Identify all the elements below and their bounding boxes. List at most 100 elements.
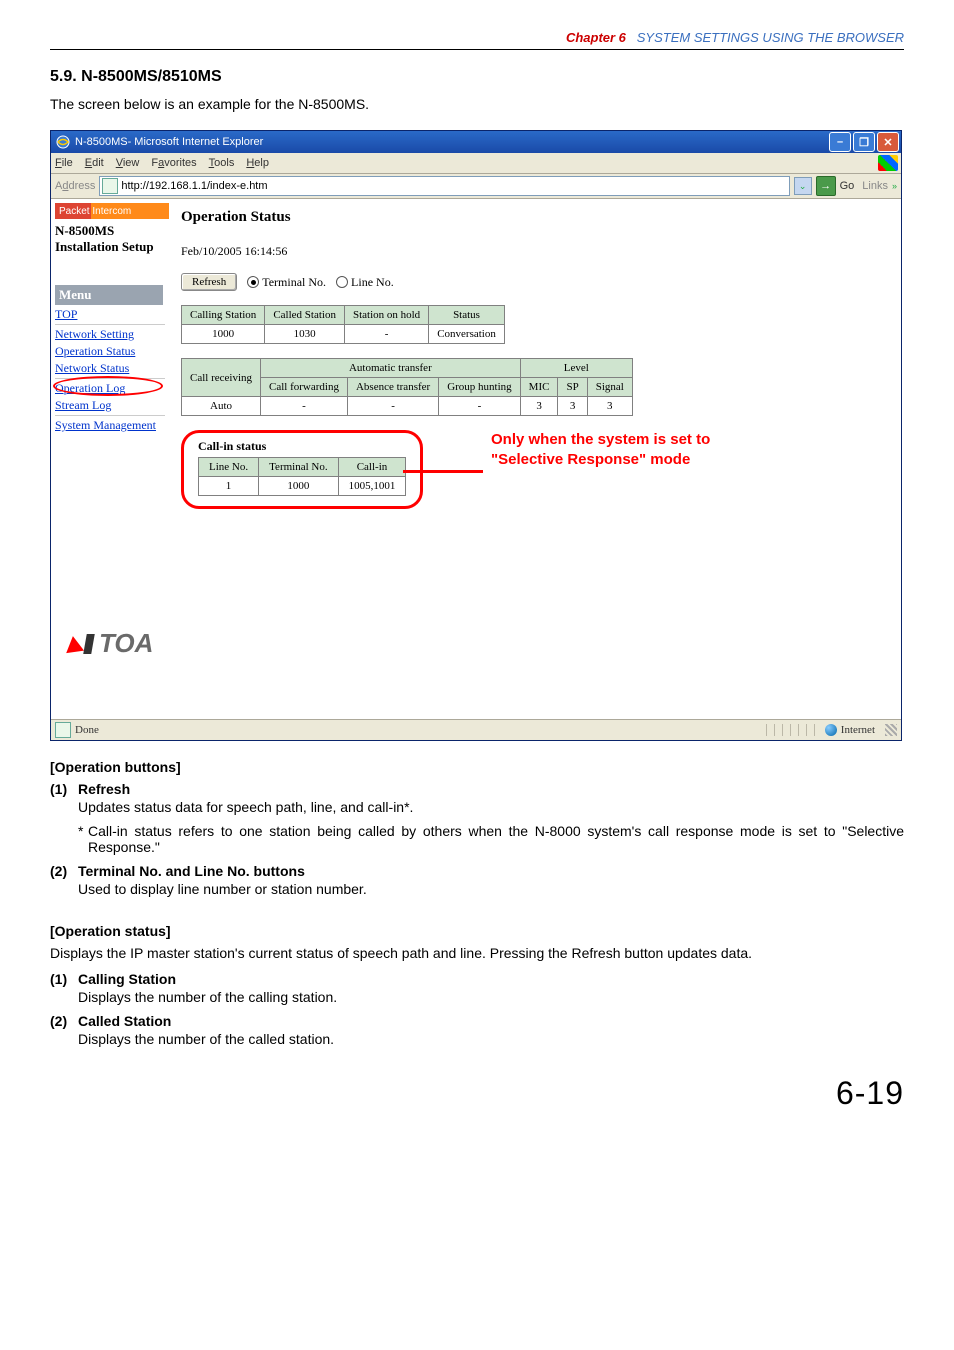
radio-terminal-no[interactable]: Terminal No. bbox=[247, 275, 326, 290]
table-row: 1000 1030 - Conversation bbox=[182, 325, 505, 344]
refresh-button[interactable]: Refresh bbox=[181, 273, 237, 291]
maximize-button[interactable]: ❐ bbox=[853, 132, 875, 152]
close-button[interactable]: ✕ bbox=[877, 132, 899, 152]
sidebar-item-stream-log[interactable]: Stream Log bbox=[55, 398, 171, 413]
titlebar: N-8500MS- Microsoft Internet Explorer – … bbox=[51, 131, 901, 153]
packet-logo: Packet Intercom bbox=[55, 203, 169, 219]
address-url: http://192.168.1.1/index-e.htm bbox=[121, 180, 267, 192]
sidebar-item-network-setting[interactable]: Network Setting bbox=[55, 327, 171, 342]
item-desc: Displays the number of the called statio… bbox=[78, 1031, 904, 1047]
radio-line-no[interactable]: Line No. bbox=[336, 275, 394, 290]
sidebar-item-operation-log[interactable]: Operation Log bbox=[55, 381, 171, 396]
col-mic: MIC bbox=[520, 378, 558, 397]
col-call-in: Call-in bbox=[338, 458, 406, 477]
callin-title: Call-in status bbox=[198, 439, 406, 454]
list-item: (2) Called Station bbox=[50, 1013, 904, 1029]
col-call-receiving: Call receiving bbox=[182, 359, 261, 397]
col-line-no: Line No. bbox=[199, 458, 259, 477]
status-zone: Internet bbox=[825, 724, 875, 736]
done-icon bbox=[55, 722, 71, 738]
item-desc: Used to display line number or station n… bbox=[78, 881, 904, 897]
col-call-forwarding: Call forwarding bbox=[261, 378, 348, 397]
resize-grip-icon bbox=[885, 724, 897, 736]
radio-icon bbox=[247, 276, 259, 288]
chapter-header: Chapter 6 SYSTEM SETTINGS USING THE BROW… bbox=[50, 30, 904, 45]
annotation-text: Only when the system is set to "Selectiv… bbox=[491, 430, 811, 471]
col-level: Level bbox=[520, 359, 632, 378]
list-item: (1) Refresh bbox=[50, 781, 904, 797]
col-group-hunting: Group hunting bbox=[439, 378, 520, 397]
menu-tools[interactable]: Tools bbox=[209, 157, 235, 169]
callin-status-box: Call-in status Line No. Terminal No. Cal… bbox=[181, 430, 423, 509]
ie-icon bbox=[56, 135, 70, 149]
sidebar-install: Installation Setup bbox=[55, 239, 171, 255]
browser-window: N-8500MS- Microsoft Internet Explorer – … bbox=[50, 130, 902, 741]
operation-buttons-header: [Operation buttons] bbox=[50, 759, 904, 775]
divider bbox=[55, 324, 165, 325]
toa-logo-bar-icon bbox=[83, 634, 95, 654]
toa-logo: TOA bbox=[65, 628, 153, 659]
page-number: 6-19 bbox=[50, 1075, 904, 1112]
links-label[interactable]: Links bbox=[862, 180, 888, 192]
col-station-on-hold: Station on hold bbox=[344, 306, 428, 325]
globe-icon bbox=[825, 724, 837, 736]
go-label: Go bbox=[840, 180, 855, 192]
menubar: File Edit View Favorites Tools Help bbox=[51, 153, 901, 174]
go-button[interactable]: → bbox=[816, 176, 836, 196]
annotation-connector bbox=[403, 470, 483, 473]
minimize-button[interactable]: – bbox=[829, 132, 851, 152]
item-desc: Displays the number of the calling stati… bbox=[78, 989, 904, 1005]
sidebar-item-system-management[interactable]: System Management bbox=[55, 418, 171, 433]
address-dropdown-button[interactable]: ⌄ bbox=[794, 177, 812, 195]
ie-flag-icon bbox=[878, 155, 898, 171]
divider bbox=[55, 415, 165, 416]
timestamp: Feb/10/2005 16:14:56 bbox=[181, 244, 891, 259]
chapter-label: Chapter 6 bbox=[566, 30, 626, 45]
list-item: (1) Calling Station bbox=[50, 971, 904, 987]
sidebar-item-operation-status[interactable]: Operation Status bbox=[55, 344, 171, 359]
col-terminal-no: Terminal No. bbox=[259, 458, 339, 477]
col-status: Status bbox=[429, 306, 505, 325]
address-bar: Address http://192.168.1.1/index-e.htm ⌄… bbox=[51, 174, 901, 199]
sidebar-item-top[interactable]: TOP bbox=[55, 307, 171, 322]
menu-view[interactable]: View bbox=[116, 157, 140, 169]
status-progress bbox=[759, 724, 815, 736]
header-rule bbox=[50, 49, 904, 50]
menu-favorites[interactable]: Favorites bbox=[151, 157, 196, 169]
radio-icon bbox=[336, 276, 348, 288]
item-note: * Call-in status refers to one station b… bbox=[78, 823, 904, 855]
operation-status-header: [Operation status] bbox=[50, 923, 904, 939]
sidebar-menu-head: Menu bbox=[55, 285, 163, 305]
content-area: Operation Status Feb/10/2005 16:14:56 Re… bbox=[175, 199, 901, 719]
callin-table: Line No. Terminal No. Call-in 1 1000 100… bbox=[198, 457, 406, 496]
window-title: N-8500MS- Microsoft Internet Explorer bbox=[75, 136, 827, 148]
toa-logo-triangle-icon bbox=[64, 634, 84, 652]
station-table: Calling Station Called Station Station o… bbox=[181, 305, 505, 344]
address-label: Address bbox=[55, 180, 95, 192]
table-row: 1 1000 1005,1001 bbox=[199, 477, 406, 496]
item-desc: Updates status data for speech path, lin… bbox=[78, 799, 904, 815]
divider bbox=[55, 378, 165, 379]
page-title: Operation Status bbox=[181, 209, 891, 226]
col-automatic-transfer: Automatic transfer bbox=[261, 359, 521, 378]
address-field[interactable]: http://192.168.1.1/index-e.htm bbox=[99, 176, 789, 196]
menu-file[interactable]: File bbox=[55, 157, 73, 169]
table-row: Auto - - - 3 3 3 bbox=[182, 397, 633, 416]
col-calling-station: Calling Station bbox=[182, 306, 265, 325]
col-absence-transfer: Absence transfer bbox=[347, 378, 438, 397]
list-item: (2) Terminal No. and Line No. buttons bbox=[50, 863, 904, 879]
sidebar-item-network-status[interactable]: Network Status bbox=[55, 361, 171, 376]
menu-help[interactable]: Help bbox=[246, 157, 269, 169]
transfer-table: Call receiving Automatic transfer Level … bbox=[181, 358, 633, 416]
menu-edit[interactable]: Edit bbox=[85, 157, 104, 169]
section-title: 5.9. N-8500MS/8510MS bbox=[50, 68, 904, 86]
section-intro: The screen below is an example for the N… bbox=[50, 96, 904, 112]
sidebar-model: N-8500MS bbox=[55, 223, 171, 239]
links-chevron-icon[interactable]: » bbox=[892, 181, 897, 191]
statusbar: Done Internet bbox=[51, 719, 901, 740]
status-done: Done bbox=[75, 724, 99, 736]
chapter-title: SYSTEM SETTINGS USING THE BROWSER bbox=[637, 30, 904, 45]
col-signal: Signal bbox=[587, 378, 632, 397]
col-called-station: Called Station bbox=[265, 306, 345, 325]
page-icon bbox=[102, 178, 118, 194]
